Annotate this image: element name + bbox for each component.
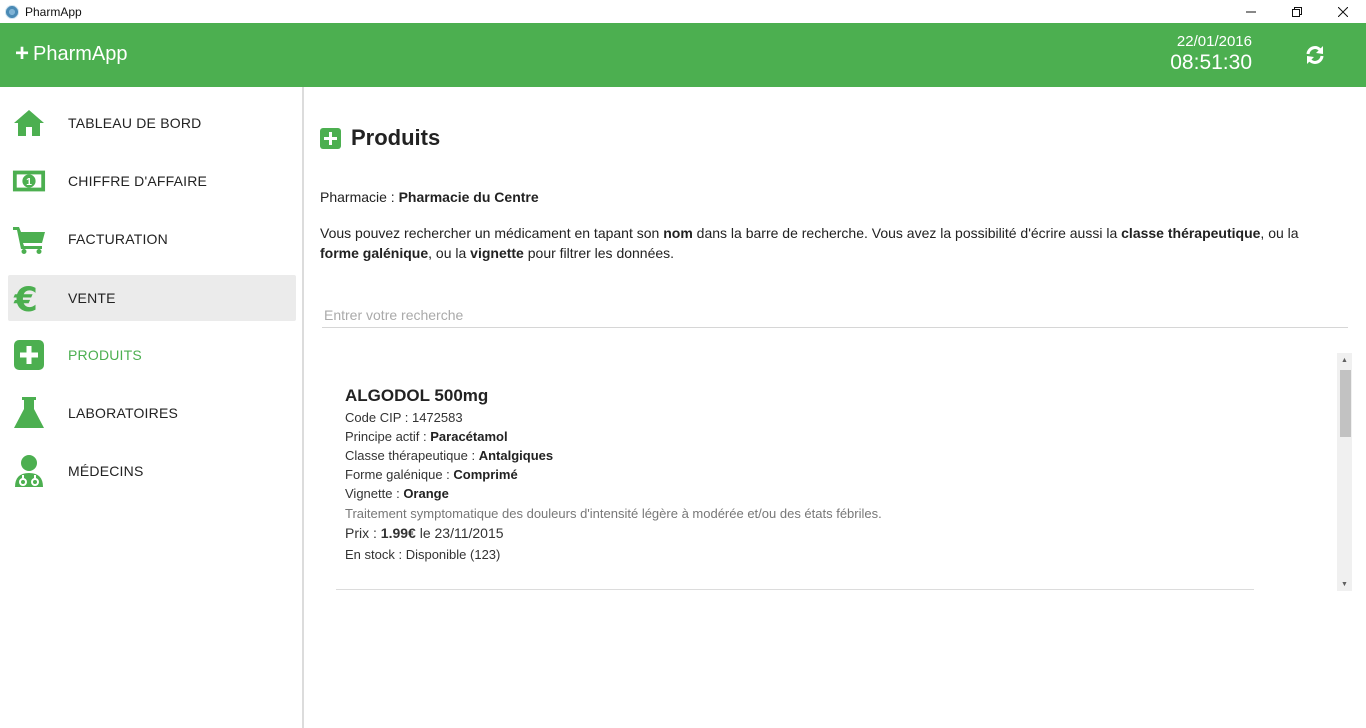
- product-list[interactable]: ALGODOL 500mg Code CIP : 1472583 Princip…: [336, 353, 1352, 591]
- product-forme: Forme galénique : Comprimé: [345, 467, 518, 482]
- intro-part: Vous pouvez rechercher un médicament en …: [320, 225, 664, 241]
- window-titlebar: PharmApp: [0, 0, 1366, 23]
- main-content: Produits Pharmacie : Pharmacie du Centre…: [306, 87, 1366, 728]
- sidebar-item-label: LABORATOIRES: [68, 405, 179, 421]
- results-scrollbar[interactable]: ▲ ▼: [1337, 353, 1352, 591]
- pharmacy-name: Pharmacie du Centre: [398, 189, 539, 205]
- minimize-button[interactable]: [1228, 0, 1274, 23]
- home-icon: [12, 106, 46, 140]
- intro-part: , ou la: [1260, 225, 1299, 241]
- sidebar-item-label: TABLEAU DE BORD: [68, 115, 202, 131]
- price-value: 1.99€: [380, 525, 416, 541]
- sidebar-item-vente[interactable]: € VENTE: [8, 275, 296, 321]
- intro-keyword: nom: [663, 225, 693, 241]
- field-label: Principe actif :: [345, 429, 431, 444]
- window-controls: [1228, 0, 1366, 23]
- product-cip: Code CIP : 1472583: [345, 410, 463, 425]
- datetime-display: 22/01/2016 08:51:30: [1170, 33, 1252, 75]
- scroll-up-arrow-icon[interactable]: ▲: [1337, 353, 1352, 367]
- intro-part: pour filtrer les données.: [523, 245, 675, 261]
- doctor-icon: [12, 454, 46, 488]
- field-value: 1472583: [411, 410, 463, 425]
- page-title: Produits: [320, 125, 440, 151]
- scrollbar-thumb[interactable]: [1340, 370, 1351, 437]
- svg-text:1: 1: [26, 177, 32, 188]
- pharmacy-info: Pharmacie : Pharmacie du Centre: [320, 189, 539, 205]
- product-card[interactable]: ALGODOL 500mg Code CIP : 1472583 Princip…: [336, 353, 1254, 590]
- field-label: Classe thérapeutique :: [345, 448, 479, 463]
- intro-keyword: forme galénique: [320, 245, 429, 261]
- field-value: Orange: [403, 486, 449, 501]
- current-date: 22/01/2016: [1176, 33, 1252, 50]
- sidebar-item-tableau-de-bord[interactable]: TABLEAU DE BORD: [8, 100, 296, 146]
- field-label: Code CIP :: [345, 410, 412, 425]
- cart-icon: [12, 222, 46, 256]
- search-input[interactable]: [322, 302, 1348, 328]
- money-icon: 1: [12, 164, 46, 198]
- product-stock: En stock : Disponible (123): [345, 547, 501, 562]
- field-value: Antalgiques: [478, 448, 554, 463]
- intro-keyword: classe thérapeutique: [1121, 225, 1261, 241]
- price-date: le 23/11/2015: [415, 525, 504, 541]
- sidebar-item-laboratoires[interactable]: LABORATOIRES: [8, 390, 296, 436]
- scroll-down-arrow-icon[interactable]: ▼: [1337, 577, 1352, 591]
- close-button[interactable]: [1320, 0, 1366, 23]
- svg-text:€: €: [13, 282, 38, 314]
- field-label: Vignette :: [345, 486, 404, 501]
- product-classe: Classe thérapeutique : Antalgiques: [345, 448, 553, 463]
- intro-text: Vous pouvez rechercher un médicament en …: [320, 223, 1320, 263]
- sidebar-item-label: CHIFFRE D'AFFAIRE: [68, 173, 208, 189]
- product-name: ALGODOL 500mg: [345, 386, 489, 405]
- sidebar-item-label: PRODUITS: [68, 347, 142, 363]
- sidebar-item-chiffre-daffaire[interactable]: 1 CHIFFRE D'AFFAIRE: [8, 158, 296, 204]
- sidebar-item-produits[interactable]: PRODUITS: [8, 332, 296, 378]
- product-description: Traitement symptomatique des douleurs d'…: [345, 506, 882, 521]
- refresh-button[interactable]: [1304, 44, 1326, 66]
- flask-icon: [12, 396, 46, 430]
- product-price: Prix : 1.99€ le 23/11/2015: [345, 525, 504, 541]
- pharmacy-label: Pharmacie :: [320, 189, 399, 205]
- plus-square-icon: [320, 127, 341, 149]
- sidebar-item-label: MÉDECINS: [68, 463, 144, 479]
- field-label: Prix :: [345, 525, 381, 541]
- app-brand[interactable]: + PharmApp: [15, 42, 128, 66]
- app-logo-icon: [5, 4, 19, 19]
- window-title: PharmApp: [25, 4, 82, 19]
- plus-square-icon: [12, 338, 46, 372]
- sidebar-item-medecins[interactable]: MÉDECINS: [8, 448, 296, 494]
- refresh-icon: [1306, 46, 1324, 64]
- page-title-text: Produits: [351, 125, 441, 150]
- sidebar-item-label: FACTURATION: [68, 231, 168, 247]
- sidebar-item-facturation[interactable]: FACTURATION: [8, 216, 296, 262]
- intro-part: , ou la: [428, 245, 471, 261]
- app-brand-name: PharmApp: [33, 42, 128, 65]
- euro-icon: €: [12, 281, 46, 315]
- sidebar-item-label: VENTE: [68, 290, 116, 306]
- intro-keyword: vignette: [470, 245, 524, 261]
- sidebar: TABLEAU DE BORD 1 CHIFFRE D'AFFAIRE FACT…: [0, 87, 304, 728]
- app-header: + PharmApp 22/01/2016 08:51:30: [0, 23, 1366, 87]
- close-icon: [1338, 6, 1348, 17]
- product-vignette: Vignette : Orange: [345, 486, 449, 501]
- restore-icon: [1292, 6, 1302, 17]
- minimize-icon: [1246, 11, 1256, 12]
- intro-part: dans la barre de recherche. Vous avez la…: [692, 225, 1122, 241]
- product-principe-actif: Principe actif : Paracétamol: [345, 429, 508, 444]
- current-time: 08:51:30: [1170, 51, 1252, 74]
- restore-button[interactable]: [1274, 0, 1320, 23]
- field-value: Comprimé: [453, 467, 518, 482]
- plus-icon: +: [15, 40, 30, 67]
- field-value: Paracétamol: [430, 429, 508, 444]
- field-label: Forme galénique :: [345, 467, 454, 482]
